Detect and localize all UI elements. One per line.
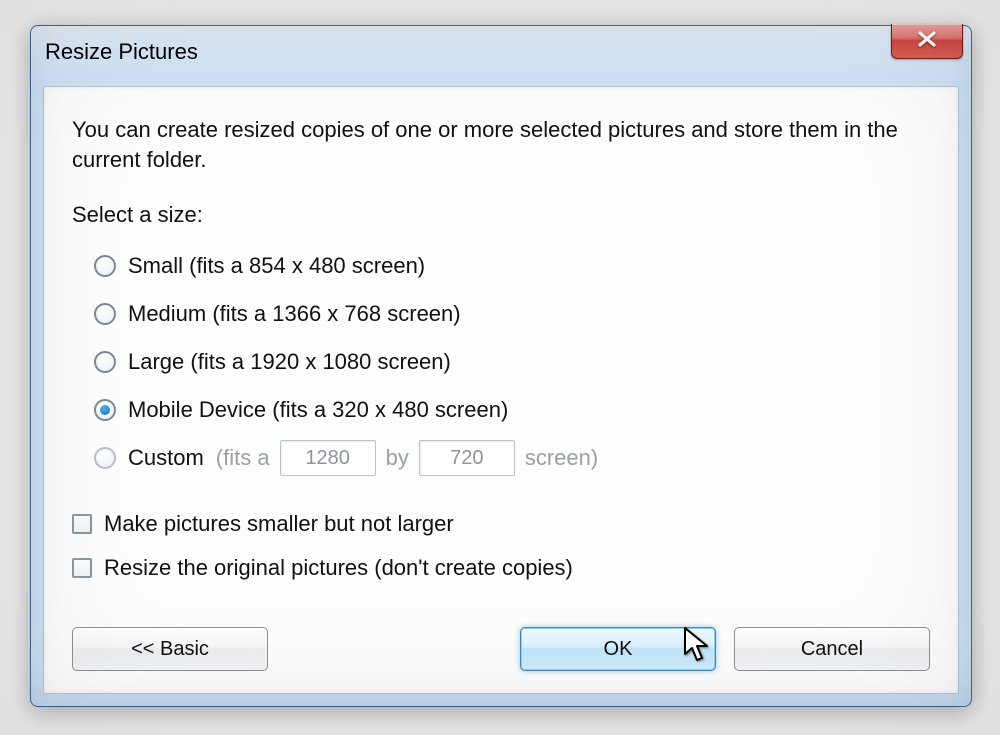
titlebar[interactable]: Resize Pictures [31,26,971,78]
check-label: Resize the original pictures (don't crea… [104,555,573,581]
radio-icon [94,447,116,469]
custom-prefix: (fits a [216,445,270,471]
button-label: << Basic [131,638,209,661]
size-option-label: Custom [128,445,204,471]
radio-icon [94,255,116,277]
size-option-custom[interactable]: Custom (fits a by screen) [94,434,930,482]
checkbox-icon [72,558,92,578]
radio-icon [94,351,116,373]
size-option-label: Medium (fits a 1366 x 768 screen) [128,301,461,327]
radio-icon [94,399,116,421]
radio-icon [94,303,116,325]
check-smaller-only[interactable]: Make pictures smaller but not larger [72,502,930,546]
size-option-small[interactable]: Small (fits a 854 x 480 screen) [94,242,930,290]
size-option-mobile[interactable]: Mobile Device (fits a 320 x 480 screen) [94,386,930,434]
custom-size-inline: (fits a by screen) [216,440,598,476]
ok-button[interactable]: OK [520,627,716,671]
resize-pictures-dialog: Resize Pictures You can create resized c… [30,25,972,707]
custom-suffix: screen) [525,445,598,471]
size-prompt: Select a size: [72,202,930,228]
cancel-button[interactable]: Cancel [734,627,930,671]
dialog-body: You can create resized copies of one or … [43,86,959,694]
custom-width-input[interactable] [280,440,376,476]
size-options: Small (fits a 854 x 480 screen) Medium (… [94,242,930,482]
custom-mid: by [386,445,409,471]
size-option-medium[interactable]: Medium (fits a 1366 x 768 screen) [94,290,930,338]
button-row: << Basic OK Cancel [72,627,930,671]
extra-options: Make pictures smaller but not larger Res… [72,502,930,590]
close-icon [917,30,937,53]
checkbox-icon [72,514,92,534]
size-option-large[interactable]: Large (fits a 1920 x 1080 screen) [94,338,930,386]
size-option-label: Small (fits a 854 x 480 screen) [128,253,425,279]
intro-text: You can create resized copies of one or … [72,115,930,174]
size-option-label: Mobile Device (fits a 320 x 480 screen) [128,397,508,423]
close-button[interactable] [891,24,963,59]
button-label: OK [604,638,633,661]
check-replace-originals[interactable]: Resize the original pictures (don't crea… [72,546,930,590]
basic-button[interactable]: << Basic [72,627,268,671]
button-label: Cancel [801,638,863,661]
custom-height-input[interactable] [419,440,515,476]
window-title: Resize Pictures [45,39,198,65]
check-label: Make pictures smaller but not larger [104,511,454,537]
size-option-label: Large (fits a 1920 x 1080 screen) [128,349,451,375]
